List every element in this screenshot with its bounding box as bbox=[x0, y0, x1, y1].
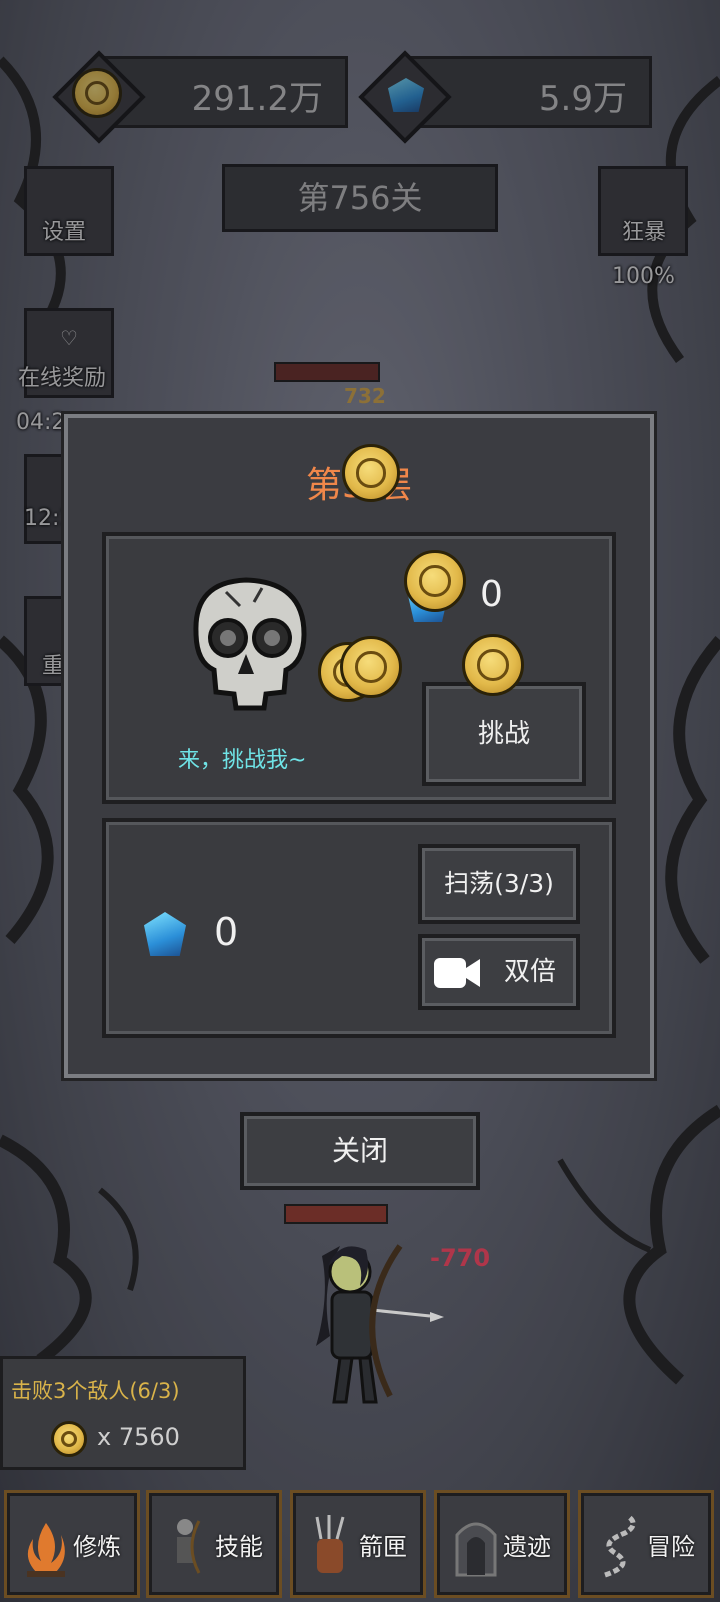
quest-panel[interactable]: 击败3个敌人(6/3) x 7560 bbox=[0, 1356, 246, 1470]
nav-label-ruins: 遗迹 bbox=[503, 1533, 551, 1561]
nav-skills[interactable]: 技能 bbox=[146, 1490, 282, 1598]
sweep-reward-amount: 0 bbox=[214, 910, 239, 954]
winding-path-icon bbox=[604, 1515, 636, 1578]
quiver-icon bbox=[315, 1515, 345, 1573]
hero-health-bar bbox=[284, 1204, 388, 1224]
nav-adventure[interactable]: 冒险 bbox=[578, 1490, 714, 1598]
nav-cultivate[interactable]: 修炼 bbox=[4, 1490, 140, 1598]
challenge-button[interactable]: 挑战 bbox=[422, 682, 586, 786]
floating-coin-icon bbox=[462, 634, 524, 696]
video-camera-icon bbox=[434, 958, 480, 988]
floating-coin-icon bbox=[404, 550, 466, 612]
quest-text: 击败3个敌人(6/3) bbox=[11, 1379, 180, 1403]
archer-hero bbox=[316, 1244, 444, 1404]
archer-figure-icon bbox=[177, 1519, 201, 1574]
quest-reward: x 7560 bbox=[97, 1423, 180, 1451]
nav-ruins[interactable]: 遗迹 bbox=[434, 1490, 570, 1598]
quest-coin-icon bbox=[51, 1421, 87, 1457]
sweep-button-label: 扫荡(3/3) bbox=[444, 869, 554, 898]
challenge-reward-amount: 0 bbox=[480, 574, 503, 615]
skull-icon bbox=[193, 577, 307, 711]
tower-floor-dialog: 第5 层 来，挑战我~ 0 挑战 0 扫荡(3/3) bbox=[64, 414, 654, 1078]
nav-label-cultivate: 修炼 bbox=[73, 1533, 121, 1561]
floating-coin-icon bbox=[340, 636, 402, 698]
floating-coin-icon bbox=[342, 444, 400, 502]
boss-prompt: 来，挑战我~ bbox=[178, 748, 307, 773]
nav-label-quiver: 箭匣 bbox=[359, 1533, 407, 1561]
nav-label-adventure: 冒险 bbox=[647, 1533, 695, 1561]
challenge-button-label: 挑战 bbox=[477, 719, 530, 749]
double-button-label: 双倍 bbox=[504, 957, 557, 987]
close-button[interactable]: 关闭 bbox=[240, 1112, 480, 1190]
sweep-panel: 0 扫荡(3/3) 双倍 bbox=[102, 818, 616, 1038]
ruins-gate-icon bbox=[455, 1522, 497, 1577]
double-reward-button[interactable]: 双倍 bbox=[418, 934, 580, 1010]
close-button-label: 关闭 bbox=[331, 1134, 388, 1167]
campfire-icon bbox=[27, 1523, 65, 1577]
sweep-button[interactable]: 扫荡(3/3) bbox=[418, 844, 580, 924]
nav-quiver[interactable]: 箭匣 bbox=[290, 1490, 426, 1598]
nav-label-skills: 技能 bbox=[215, 1533, 263, 1561]
sweep-gem-icon bbox=[144, 912, 186, 956]
